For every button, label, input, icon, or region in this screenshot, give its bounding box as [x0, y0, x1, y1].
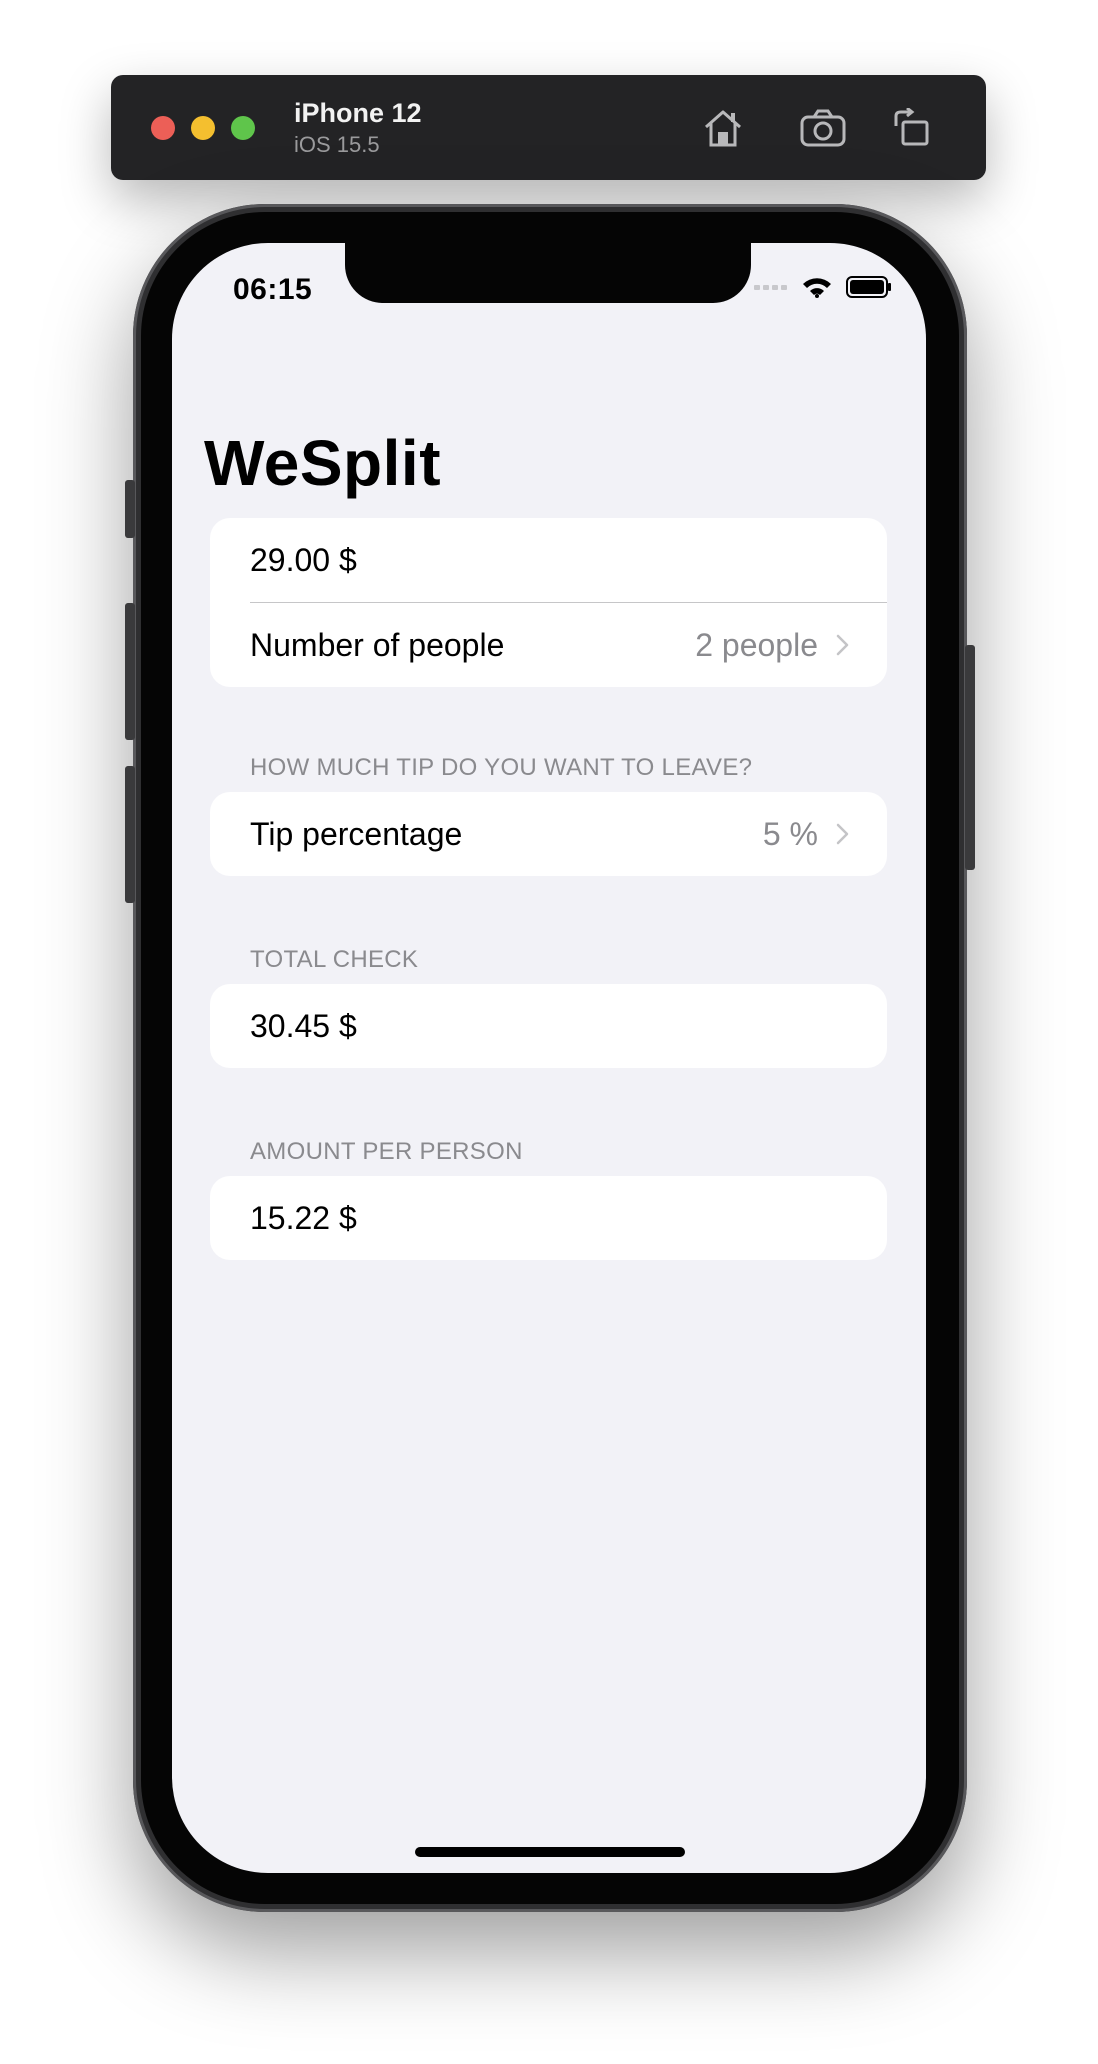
number-of-people-picker[interactable]: Number of people 2 people [210, 603, 887, 687]
app-screen: 06:15 WeSplit 29.00 $ Number of people 2… [172, 243, 926, 1873]
rotate-icon [894, 108, 929, 146]
total-check-row: 30.45 $ [210, 984, 887, 1068]
tip-percentage-label: Tip percentage [250, 815, 463, 852]
home-button[interactable] [698, 103, 748, 153]
os-version: iOS 15.5 [294, 132, 380, 157]
tip-section-header: HOW MUCH TIP DO YOU WANT TO LEAVE? [250, 754, 753, 781]
amount-per-person-card: 15.22 $ [210, 1176, 887, 1260]
wifi-icon [803, 278, 831, 298]
device-name: iPhone 12 [294, 98, 422, 128]
status-time: 06:15 [233, 273, 313, 306]
close-window-button[interactable] [151, 116, 175, 140]
total-check-value: 30.45 $ [250, 1007, 357, 1044]
amount-per-person-header: AMOUNT PER PERSON [250, 1138, 523, 1165]
power-button [965, 645, 975, 870]
volume-up-button [125, 603, 135, 740]
number-of-people-label: Number of people [250, 626, 505, 663]
chevron-right-icon [836, 823, 849, 845]
volume-down-button [125, 766, 135, 903]
tip-percentage-picker[interactable]: Tip percentage 5 % [210, 792, 887, 876]
status-icons [754, 276, 892, 298]
amount-per-person-value: 15.22 $ [250, 1199, 357, 1236]
signal-icon [754, 285, 787, 290]
simulator-toolbar: iPhone 12 iOS 15.5 [111, 75, 986, 180]
input-card: 29.00 $ Number of people 2 people [210, 518, 887, 687]
total-check-header: TOTAL CHECK [250, 946, 419, 973]
nav-title: WeSplit [204, 427, 441, 499]
home-indicator[interactable] [415, 1847, 685, 1857]
rotate-button[interactable] [886, 103, 936, 153]
tip-card: Tip percentage 5 % [210, 792, 887, 876]
notch [345, 243, 751, 303]
check-amount-field[interactable]: 29.00 $ [210, 518, 887, 602]
chevron-right-icon [836, 634, 849, 656]
zoom-window-button[interactable] [231, 116, 255, 140]
tip-percentage-value: 5 % [762, 815, 818, 852]
screenshot-icon [800, 109, 846, 147]
amount-per-person-row: 15.22 $ [210, 1176, 887, 1260]
minimize-window-button[interactable] [191, 116, 215, 140]
battery-icon [846, 276, 891, 298]
total-check-card: 30.45 $ [210, 984, 887, 1068]
screenshot-button[interactable] [798, 103, 848, 153]
check-amount-value: 29.00 $ [250, 541, 357, 578]
mute-switch [125, 480, 135, 538]
number-of-people-value: 2 people [695, 626, 818, 663]
home-icon [705, 110, 741, 147]
